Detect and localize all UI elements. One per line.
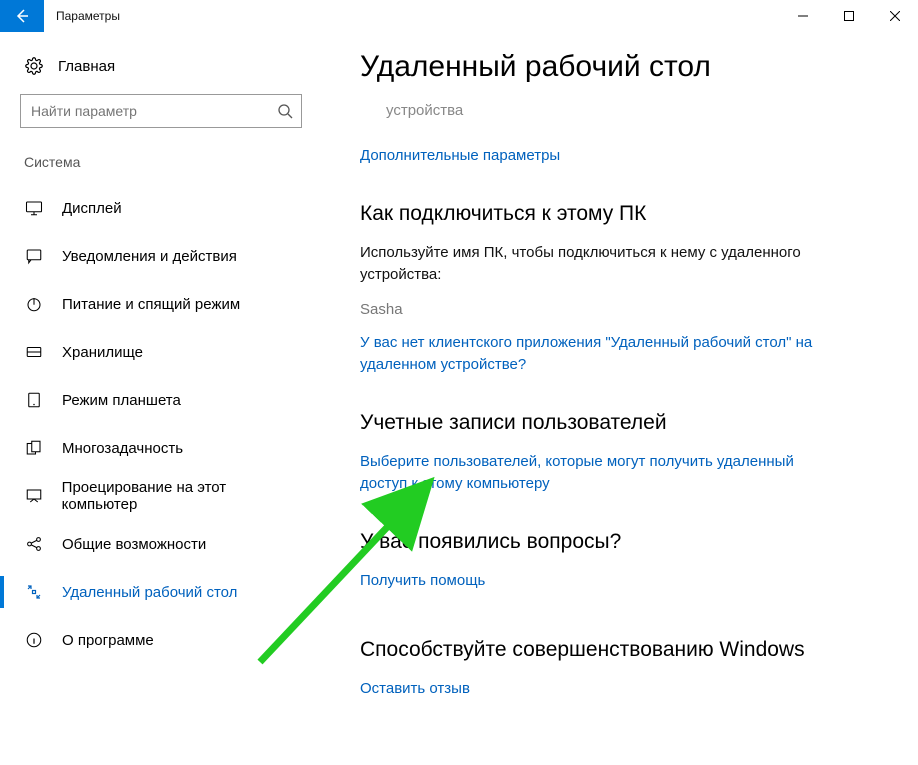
connect-instruction: Используйте имя ПК, чтобы подключиться к… bbox=[360, 242, 858, 287]
feedback-heading: Способствуйте совершенствованию Windows bbox=[360, 638, 858, 662]
tablet-icon bbox=[24, 390, 44, 410]
window-title: Параметры bbox=[44, 0, 120, 32]
sidebar-item-label: Общие возможности bbox=[62, 536, 206, 553]
sidebar-home-label: Главная bbox=[58, 58, 115, 75]
storage-icon bbox=[24, 342, 44, 362]
power-icon bbox=[24, 294, 44, 314]
titlebar-drag-area[interactable] bbox=[120, 0, 780, 32]
multitask-icon bbox=[24, 438, 44, 458]
sidebar-search[interactable] bbox=[20, 94, 302, 128]
sidebar-item-label: О программе bbox=[62, 632, 154, 649]
sidebar-item-tablet[interactable]: Режим планшета bbox=[20, 376, 302, 424]
page-title: Удаленный рабочий стол bbox=[360, 50, 858, 84]
sidebar-item-label: Хранилище bbox=[62, 344, 143, 361]
sidebar-item-label: Дисплей bbox=[62, 200, 122, 217]
sidebar-home[interactable]: Главная bbox=[24, 56, 302, 76]
pc-name: Sasha bbox=[360, 301, 858, 318]
close-icon bbox=[890, 11, 900, 21]
share-icon bbox=[24, 534, 44, 554]
sidebar-item-projecting[interactable]: Проецирование на этот компьютер bbox=[20, 472, 302, 520]
feedback-link[interactable]: Оставить отзыв bbox=[360, 678, 470, 701]
sidebar-item-label: Проецирование на этот компьютер bbox=[62, 479, 302, 513]
get-help-link[interactable]: Получить помощь bbox=[360, 570, 485, 593]
sidebar-group-header: Система bbox=[24, 154, 302, 170]
sidebar-item-label: Питание и спящий режим bbox=[62, 296, 240, 313]
project-icon bbox=[24, 486, 44, 506]
gear-icon bbox=[24, 56, 44, 76]
search-input[interactable] bbox=[21, 95, 301, 127]
sidebar: Главная Система Дисплей Уведомления и де… bbox=[0, 32, 320, 765]
content-pane: Удаленный рабочий стол устройства Дополн… bbox=[320, 32, 918, 765]
sidebar-item-label: Удаленный рабочий стол bbox=[62, 584, 237, 601]
close-button[interactable] bbox=[872, 0, 918, 32]
maximize-button[interactable] bbox=[826, 0, 872, 32]
arrow-left-icon bbox=[14, 8, 30, 24]
sidebar-item-display[interactable]: Дисплей bbox=[20, 184, 302, 232]
no-client-link[interactable]: У вас нет клиентского приложения "Удален… bbox=[360, 332, 820, 377]
sidebar-item-shared[interactable]: Общие возможности bbox=[20, 520, 302, 568]
sidebar-item-power[interactable]: Питание и спящий режим bbox=[20, 280, 302, 328]
back-button[interactable] bbox=[0, 0, 44, 32]
sidebar-item-label: Уведомления и действия bbox=[62, 248, 237, 265]
minimize-button[interactable] bbox=[780, 0, 826, 32]
info-icon bbox=[24, 630, 44, 650]
monitor-icon bbox=[24, 198, 44, 218]
connect-heading: Как подключиться к этому ПК bbox=[360, 202, 858, 226]
advanced-settings-link[interactable]: Дополнительные параметры bbox=[360, 145, 560, 168]
sidebar-item-label: Режим планшета bbox=[62, 392, 181, 409]
title-bar: Параметры bbox=[0, 0, 918, 32]
sidebar-item-notifications[interactable]: Уведомления и действия bbox=[20, 232, 302, 280]
device-muted-text: устройства bbox=[386, 102, 858, 119]
remote-desktop-icon bbox=[24, 582, 44, 602]
sidebar-item-multitasking[interactable]: Многозадачность bbox=[20, 424, 302, 472]
sidebar-item-storage[interactable]: Хранилище bbox=[20, 328, 302, 376]
accounts-heading: Учетные записи пользователей bbox=[360, 411, 858, 435]
questions-heading: У вас появились вопросы? bbox=[360, 530, 858, 554]
sidebar-item-about[interactable]: О программе bbox=[20, 616, 302, 664]
maximize-icon bbox=[844, 11, 854, 21]
minimize-icon bbox=[798, 11, 808, 21]
select-users-link[interactable]: Выберите пользователей, которые могут по… bbox=[360, 451, 820, 496]
sidebar-item-remote-desktop[interactable]: Удаленный рабочий стол bbox=[20, 568, 302, 616]
search-icon bbox=[277, 103, 293, 119]
sidebar-item-label: Многозадачность bbox=[62, 440, 183, 457]
chat-icon bbox=[24, 246, 44, 266]
